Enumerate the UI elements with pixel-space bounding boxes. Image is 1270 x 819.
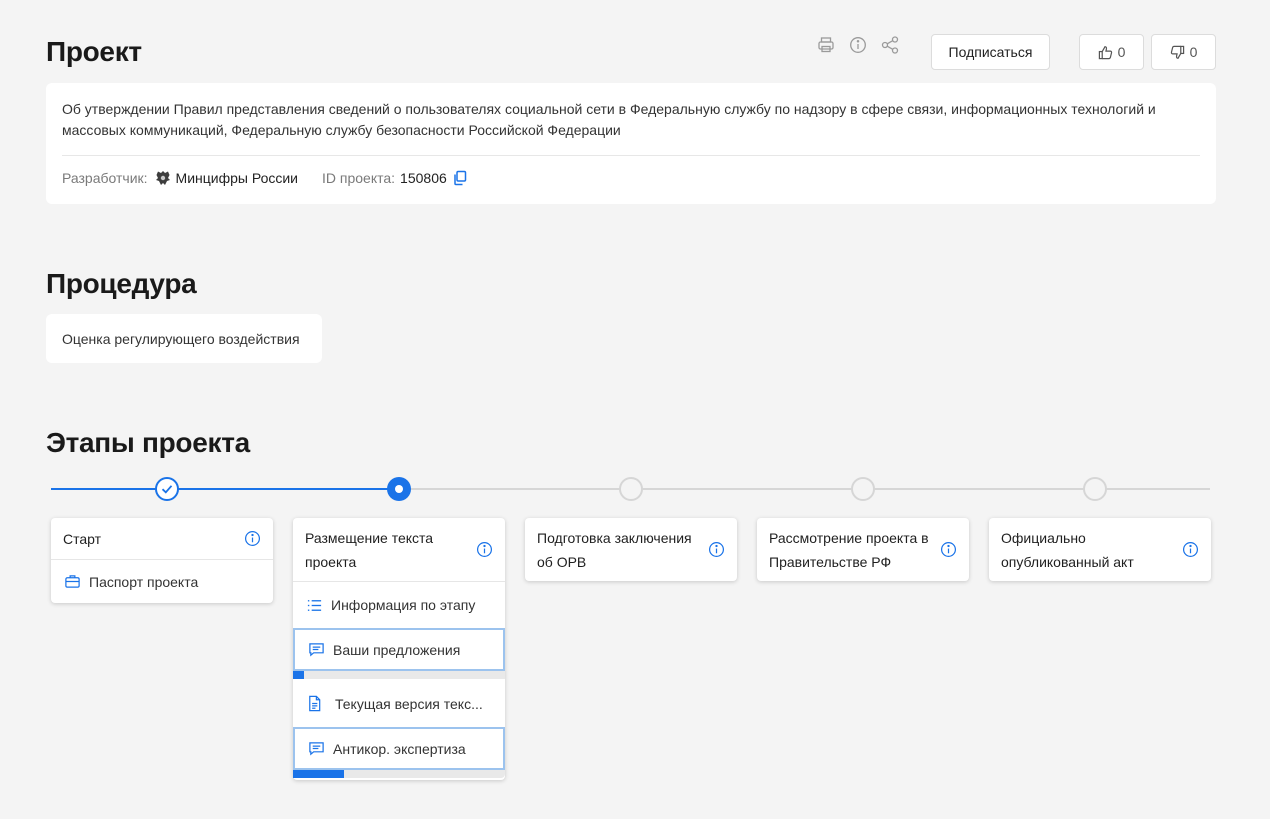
procedure-value: Оценка регулирующего воздействия: [62, 330, 300, 347]
project-card: Об утверждении Правил представления свед…: [46, 83, 1216, 204]
stage-card-text-placement: Размещение текста проекта Информация по …: [293, 518, 505, 780]
print-icon[interactable]: [815, 34, 837, 56]
stage-header: Размещение текста проекта: [293, 518, 505, 581]
stage-title: Рассмотрение проекта в Правительстве РФ: [769, 529, 929, 570]
timeline-node-start: [155, 477, 179, 501]
info-icon[interactable]: [244, 530, 261, 547]
developer-value[interactable]: Минцифры России: [176, 170, 298, 186]
stage-link-anticorruption[interactable]: Антикор. экспертиза: [293, 727, 505, 770]
procedure-title: Процедура: [46, 268, 197, 299]
copy-icon[interactable]: [452, 170, 468, 186]
list-icon: [305, 596, 323, 614]
stage-title: Официально опубликованный акт: [1001, 529, 1134, 570]
briefcase-icon: [63, 573, 81, 591]
info-icon[interactable]: [940, 541, 957, 558]
stage-card-start: Старт Паспорт проекта: [51, 518, 273, 603]
emblem-icon: [154, 169, 172, 187]
divider: [62, 155, 1200, 156]
info-icon[interactable]: [847, 34, 869, 56]
stage-link-passport[interactable]: Паспорт проекта: [51, 559, 273, 603]
dislike-button[interactable]: 0: [1151, 34, 1216, 70]
page-title: Проект: [46, 36, 142, 67]
procedure-card: Оценка регулирующего воздействия: [46, 314, 322, 363]
stage-link-current-text[interactable]: Текущая версия текс...: [293, 681, 505, 726]
stage-link-stage-info[interactable]: Информация по этапу: [293, 581, 505, 628]
developer-label: Разработчик:: [62, 170, 148, 186]
stage-card-published-act: Официально опубликованный акт: [989, 518, 1211, 581]
timeline-line-complete: [51, 488, 399, 490]
stage-card-government-review: Рассмотрение проекта в Правительстве РФ: [757, 518, 969, 581]
stage-title: Размещение текста проекта: [305, 529, 434, 570]
stage-link-proposals[interactable]: Ваши предложения: [293, 628, 505, 671]
dislike-count: 0: [1189, 44, 1198, 60]
info-icon[interactable]: [708, 541, 725, 558]
project-meta: Разработчик: Минцифры России ID проекта:…: [62, 168, 468, 188]
timeline-node-5: [1083, 477, 1107, 501]
project-description: Об утверждении Правил представления свед…: [62, 101, 1156, 138]
thumb-down-icon: [1170, 45, 1185, 60]
document-icon: [305, 695, 323, 713]
stage-header: Официально опубликованный акт: [989, 518, 1211, 581]
project-id-label: ID проекта:: [322, 170, 396, 186]
stages-title: Этапы проекта: [46, 427, 250, 458]
timeline-node-3: [619, 477, 643, 501]
share-icon[interactable]: [879, 34, 901, 56]
check-icon: [160, 482, 174, 496]
proposals-progress: [293, 671, 505, 679]
timeline-node-current: [387, 477, 411, 501]
subscribe-button[interactable]: Подписаться: [931, 34, 1050, 70]
anticorruption-progress: [293, 770, 505, 778]
comment-icon: [307, 740, 325, 758]
like-button[interactable]: 0: [1079, 34, 1144, 70]
toolbar: [815, 34, 911, 56]
thumb-up-icon: [1098, 45, 1113, 60]
like-count: 0: [1117, 44, 1126, 60]
stage-card-orv-conclusion: Подготовка заключения об ОРВ: [525, 518, 737, 581]
stage-title: Подготовка заключения об ОРВ: [537, 529, 692, 570]
comment-icon: [307, 641, 325, 659]
stage-header: Подготовка заключения об ОРВ: [525, 518, 737, 581]
stage-header: Рассмотрение проекта в Правительстве РФ: [757, 518, 969, 581]
stage-title: Старт: [63, 530, 102, 547]
info-icon[interactable]: [476, 541, 493, 558]
project-id-value: 150806: [400, 170, 447, 186]
timeline-node-4: [851, 477, 875, 501]
stage-header: Старт: [51, 518, 273, 559]
info-icon[interactable]: [1182, 541, 1199, 558]
